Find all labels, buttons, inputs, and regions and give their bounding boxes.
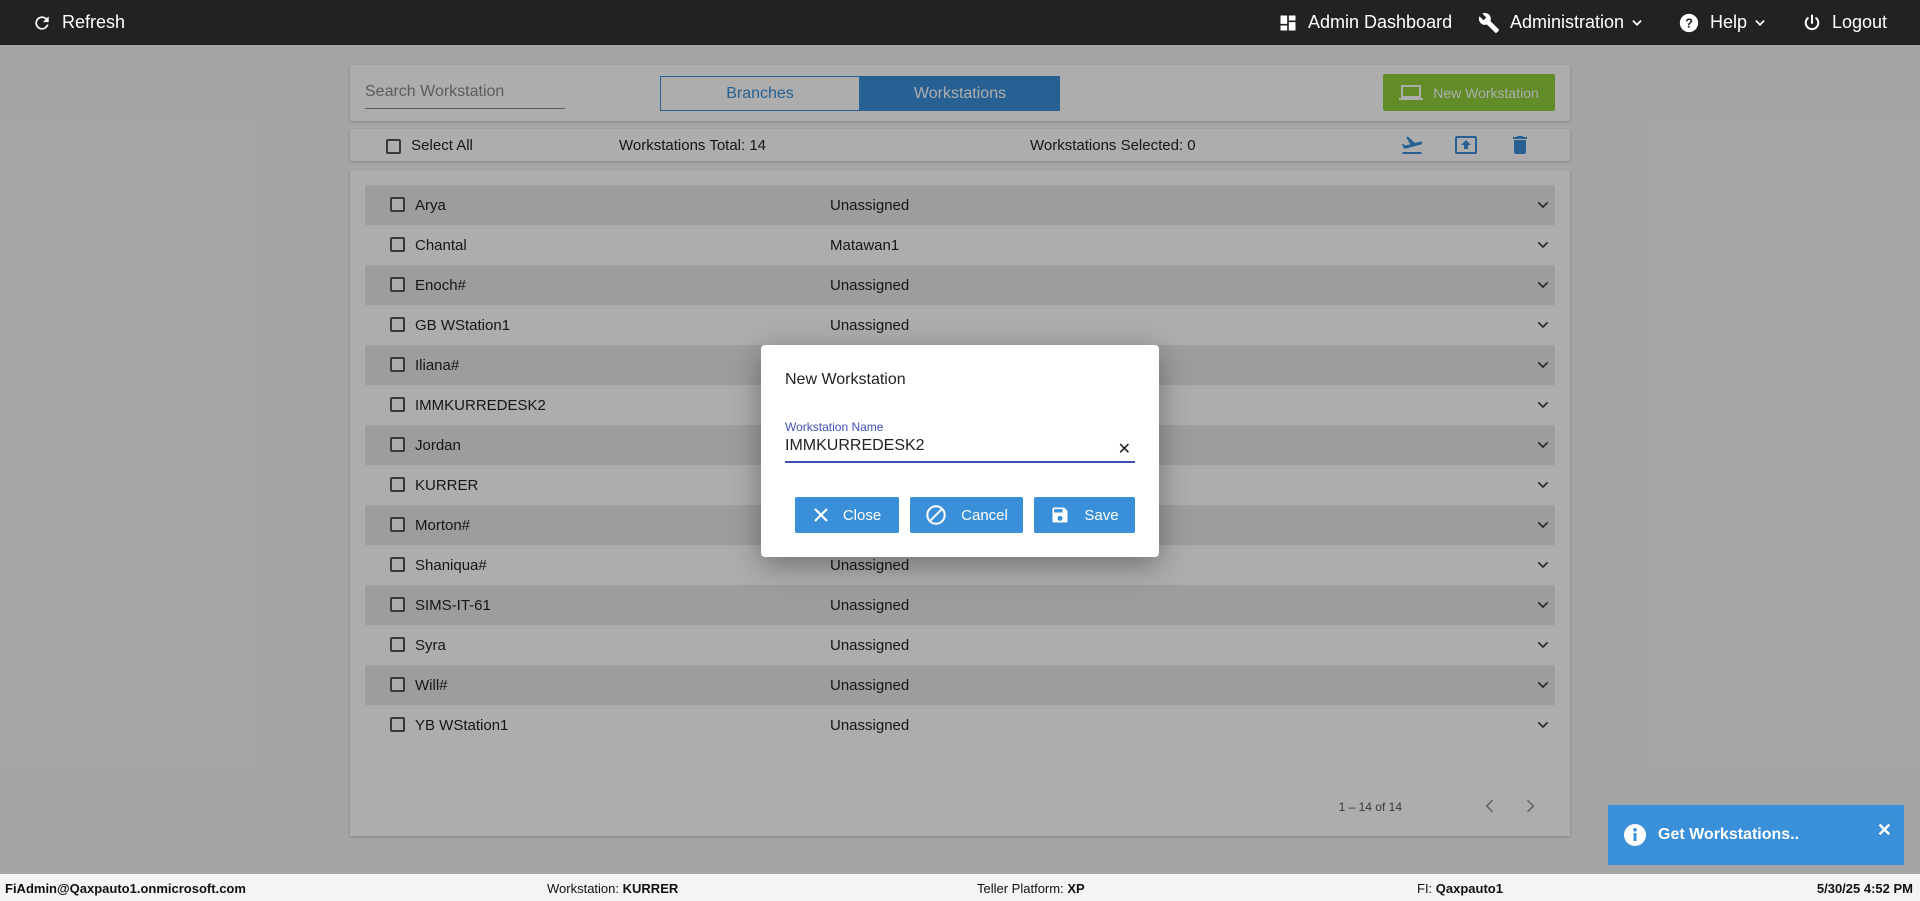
admin-dashboard-label: Admin Dashboard [1308, 12, 1453, 32]
chevron-down-icon [1755, 19, 1765, 26]
close-label: Close [842, 506, 882, 524]
status-workstation: Workstation: KURRER [547, 881, 679, 896]
help-icon: ? [1679, 13, 1699, 32]
dashboard-icon [1280, 15, 1296, 30]
svg-text:?: ? [1685, 15, 1693, 30]
close-button[interactable]: Close [795, 497, 899, 533]
save-button[interactable]: Save [1034, 497, 1135, 533]
refresh-button[interactable]: Refresh [32, 0, 125, 45]
chevron-down-icon [1632, 19, 1642, 26]
refresh-label: Refresh [62, 12, 126, 32]
status-user: FiAdmin@Qaxpauto1.onmicrosoft.com [5, 881, 246, 896]
close-icon [814, 508, 828, 522]
workstation-name-field: ✕ [785, 437, 1135, 463]
save-icon [1052, 507, 1068, 523]
info-icon [1624, 824, 1646, 846]
new-workstation-dialog: New Workstation Workstation Name ✕ Close… [761, 345, 1159, 557]
workstation-name-input[interactable] [785, 437, 1105, 455]
refresh-icon [35, 15, 49, 30]
clear-icon[interactable]: ✕ [1118, 439, 1131, 459]
toast-message: Get Workstations.. [1658, 826, 1800, 843]
block-icon [926, 505, 946, 525]
help-menu[interactable]: ? Help [1678, 0, 1767, 45]
administration-menu[interactable]: Administration [1478, 0, 1644, 45]
help-label: Help [1710, 12, 1748, 32]
toast-notification: Get Workstations.. ✕ [1608, 805, 1904, 865]
cancel-label: Cancel [961, 506, 1008, 524]
cancel-button[interactable]: Cancel [910, 497, 1023, 533]
status-platform: Teller Platform: XP [977, 881, 1085, 896]
admin-dashboard-link[interactable]: Admin Dashboard [1278, 0, 1452, 45]
save-label: Save [1084, 506, 1119, 524]
status-fi: FI: Qaxpauto1 [1417, 881, 1503, 896]
power-icon [1804, 14, 1820, 30]
status-bar: FiAdmin@Qaxpauto1.onmicrosoft.com Workst… [0, 874, 1920, 901]
logout-label: Logout [1832, 12, 1888, 32]
administration-label: Administration [1510, 12, 1625, 32]
close-icon[interactable]: ✕ [1877, 820, 1892, 841]
wrench-icon [1478, 12, 1500, 33]
top-bar: Refresh Admin Dashboard Administration ?… [0, 0, 1920, 45]
workstation-name-label: Workstation Name [785, 420, 884, 434]
logout-button[interactable]: Logout [1802, 0, 1887, 45]
dialog-title: New Workstation [785, 371, 906, 388]
status-datetime: 5/30/25 4:52 PM [1816, 881, 1913, 896]
